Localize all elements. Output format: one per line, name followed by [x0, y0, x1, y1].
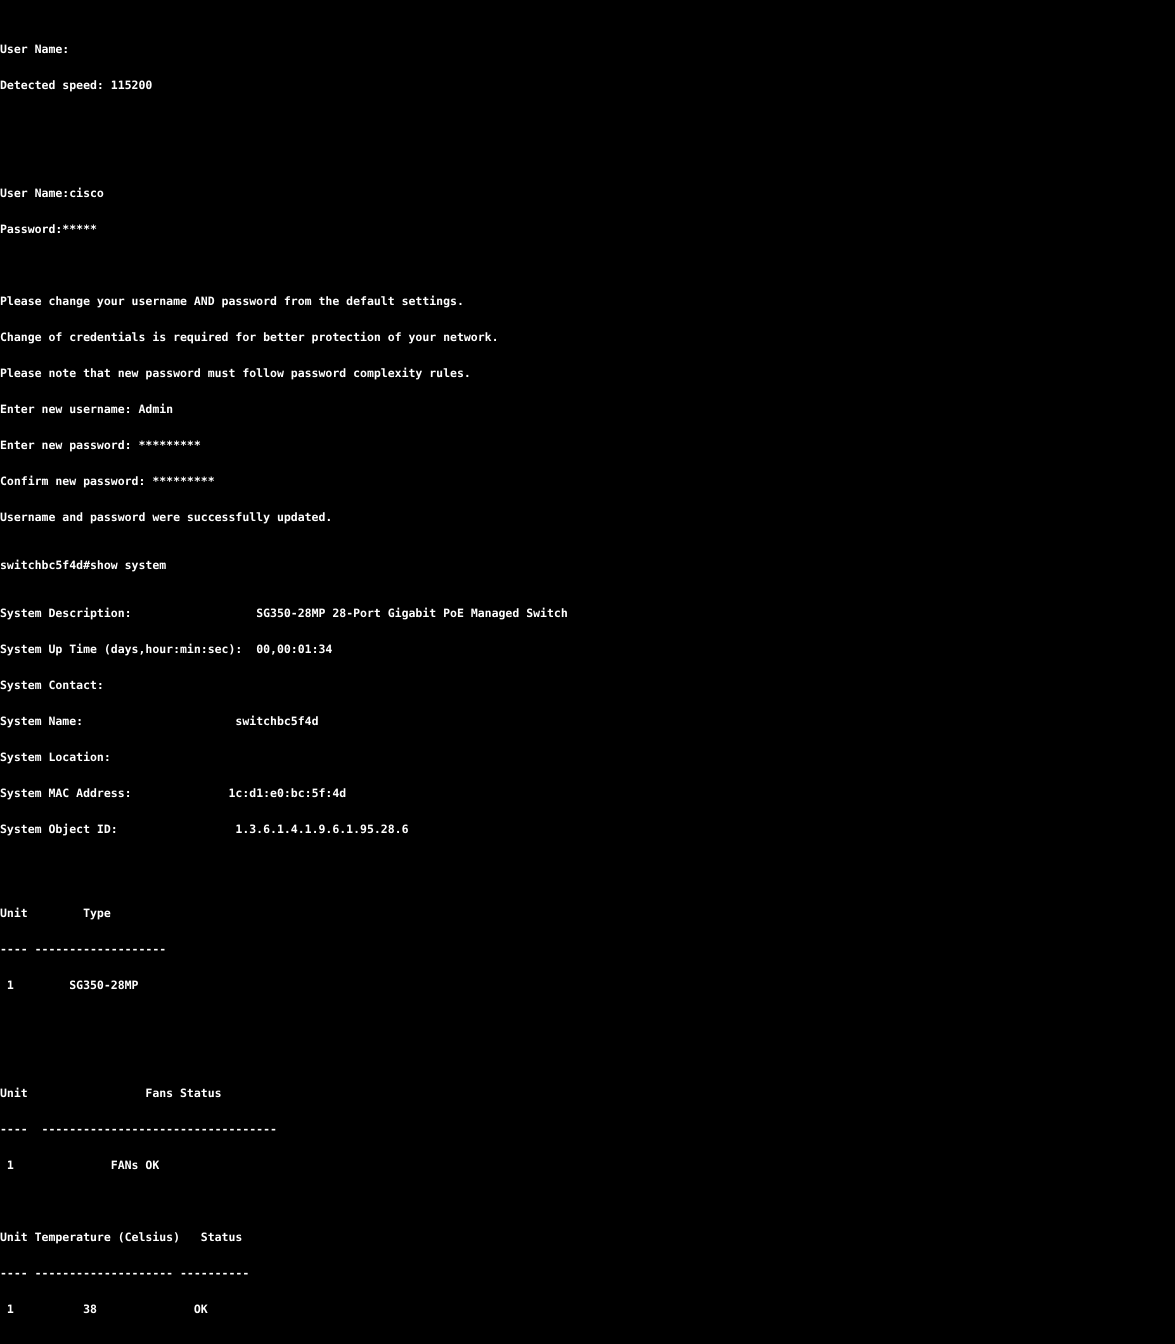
system-field-label: System Name: — [0, 714, 84, 728]
system-field-value: 1c:d1:e0:bc:5f:4d — [228, 786, 347, 800]
detected-speed-line: Detected speed: 115200 — [0, 78, 153, 92]
system-field-row: System Description: SG350-28MP 28-Port G… — [0, 607, 1175, 619]
unit-type-table-header: Unit Type — [0, 906, 111, 920]
system-field-pad — [83, 714, 235, 728]
system-field-label: System MAC Address: — [0, 786, 132, 800]
system-field-label: System Description: — [0, 606, 132, 620]
system-field-pad — [132, 606, 257, 620]
system-field-label: System Location: — [0, 750, 111, 764]
fans-table-row: 1 FANs OK — [0, 1158, 160, 1172]
system-field-row: System Object ID: 1.3.6.1.4.1.9.6.1.95.2… — [0, 823, 1175, 835]
system-field-label: System Contact: — [0, 678, 104, 692]
system-field-label: System Object ID: — [0, 822, 118, 836]
credential-notice-2: Change of credentials is required for be… — [0, 330, 499, 344]
temperature-table-header: Unit Temperature (Celsius) Status — [0, 1230, 243, 1244]
credential-notice-3: Please note that new password must follo… — [0, 366, 471, 380]
login-user-name-prompt: User Name: — [0, 42, 70, 56]
fans-table-separator: ---- ---------------------------------- — [0, 1122, 277, 1136]
fans-table-header: Unit Fans Status — [0, 1086, 222, 1100]
system-field-value: 00,00:01:34 — [256, 642, 333, 656]
credential-notice-1: Please change your username AND password… — [0, 294, 464, 308]
system-field-pad — [132, 786, 229, 800]
system-field-pad — [242, 642, 256, 656]
login-password-entry: Password:***** — [0, 222, 97, 236]
command-show-system: switchbc5f4d#show system — [0, 558, 167, 572]
system-field-row: System Contact: — [0, 679, 1175, 691]
system-field-row: System MAC Address: 1c:d1:e0:bc:5f:4d — [0, 787, 1175, 799]
enter-new-username-line: Enter new username: Admin — [0, 402, 174, 416]
enter-new-password-line: Enter new password: ********* — [0, 438, 201, 452]
terminal-window[interactable]: User Name: Detected speed: 115200 User N… — [0, 0, 1175, 1315]
unit-type-table-row: 1 SG350-28MP — [0, 978, 139, 992]
system-field-pad — [118, 822, 236, 836]
login-user-name-entry: User Name:cisco — [0, 186, 104, 200]
credential-update-result: Username and password were successfully … — [0, 510, 333, 524]
system-field-row: System Location: — [0, 751, 1175, 763]
unit-type-table-separator: ---- ------------------- — [0, 942, 167, 956]
system-field-label: System Up Time (days,hour:min:sec): — [0, 642, 243, 656]
terminal-screen[interactable]: User Name: Detected speed: 115200 User N… — [0, 7, 1175, 1344]
system-field-value: switchbc5f4d — [235, 714, 319, 728]
temperature-table-row: 1 38 OK — [0, 1302, 208, 1316]
system-field-value: SG350-28MP 28-Port Gigabit PoE Managed S… — [256, 606, 568, 620]
system-field-row: System Up Time (days,hour:min:sec): 00,0… — [0, 643, 1175, 655]
confirm-new-password-line: Confirm new password: ********* — [0, 474, 215, 488]
temperature-table-separator: ---- -------------------- ---------- — [0, 1266, 250, 1280]
system-field-row: System Name: switchbc5f4d — [0, 715, 1175, 727]
system-field-value: 1.3.6.1.4.1.9.6.1.95.28.6 — [235, 822, 409, 836]
